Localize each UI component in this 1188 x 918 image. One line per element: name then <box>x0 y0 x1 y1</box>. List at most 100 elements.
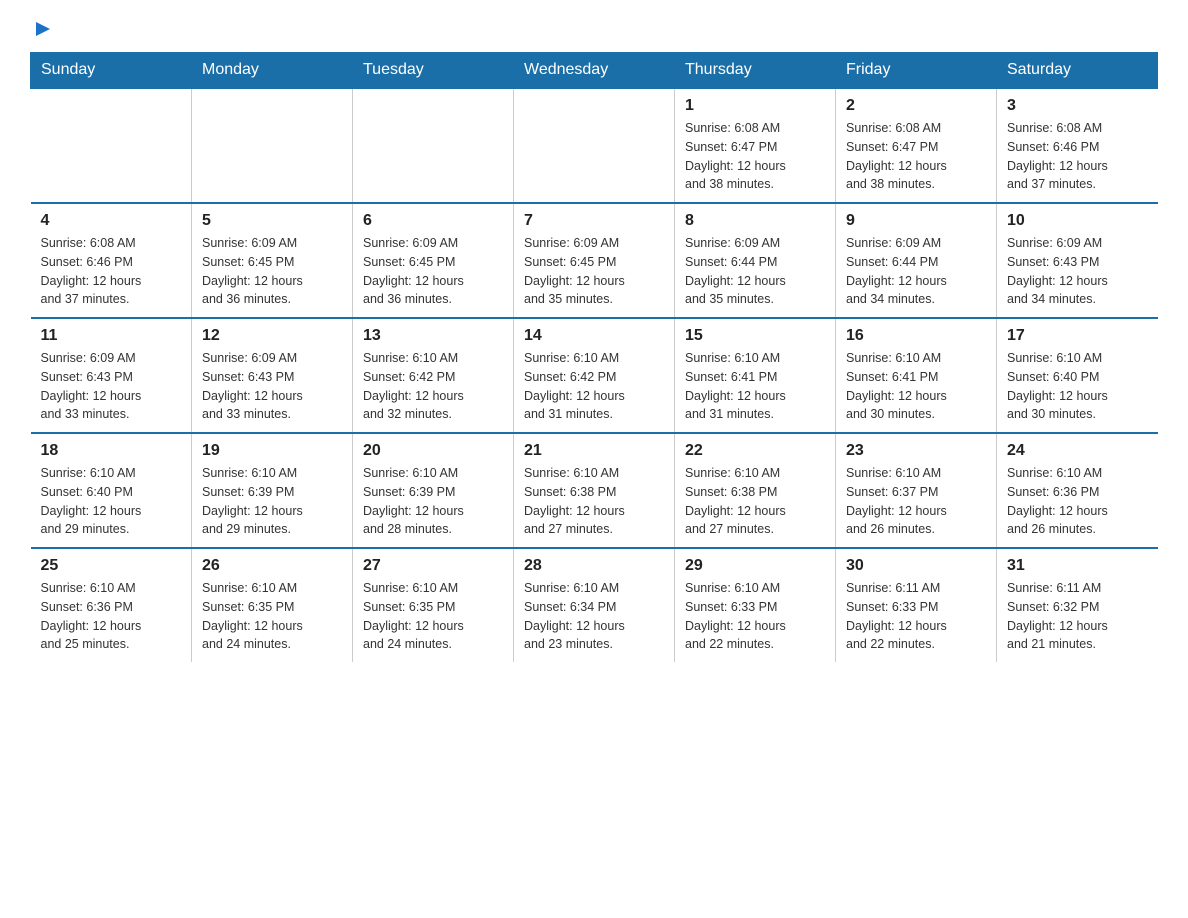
week-row-3: 11 Sunrise: 6:09 AM Sunset: 6:43 PM Dayli… <box>31 318 1158 433</box>
day-cell: 7 Sunrise: 6:09 AM Sunset: 6:45 PM Daylig… <box>514 203 675 318</box>
day-number: 1 <box>685 97 825 115</box>
day-number: 28 <box>524 557 664 575</box>
day-cell: 31 Sunrise: 6:11 AM Sunset: 6:32 PM Dayli… <box>997 548 1158 662</box>
day-cell: 9Sunrise: 6:09 AM Sunset: 6:44 PM Daylig… <box>836 203 997 318</box>
day-info: Sunrise: 6:10 AM Sunset: 6:33 PM Dayligh… <box>685 579 825 654</box>
logo <box>30 20 54 34</box>
day-info: Sunrise: 6:08 AM Sunset: 6:46 PM Dayligh… <box>1007 119 1148 194</box>
day-number: 22 <box>685 442 825 460</box>
day-cell: 25 Sunrise: 6:10 AM Sunset: 6:36 PM Dayli… <box>31 548 192 662</box>
day-info: Sunrise: 6:10 AM Sunset: 6:40 PM Dayligh… <box>1007 349 1148 424</box>
day-number: 27 <box>363 557 503 575</box>
logo-arrow-icon <box>32 18 54 40</box>
day-info: Sunrise: 6:09 AM Sunset: 6:44 PM Dayligh… <box>685 234 825 309</box>
week-row-5: 25 Sunrise: 6:10 AM Sunset: 6:36 PM Dayli… <box>31 548 1158 662</box>
day-info: Sunrise: 6:10 AM Sunset: 6:34 PM Dayligh… <box>524 579 664 654</box>
day-number: 3 <box>1007 97 1148 115</box>
day-cell: 4 Sunrise: 6:08 AM Sunset: 6:46 PM Daylig… <box>31 203 192 318</box>
day-cell: 10Sunrise: 6:09 AM Sunset: 6:43 PM Dayli… <box>997 203 1158 318</box>
weekday-header-monday: Monday <box>192 53 353 89</box>
day-number: 26 <box>202 557 342 575</box>
day-number: 5 <box>202 212 342 230</box>
weekday-header-tuesday: Tuesday <box>353 53 514 89</box>
day-info: Sunrise: 6:09 AM Sunset: 6:44 PM Dayligh… <box>846 234 986 309</box>
day-number: 14 <box>524 327 664 345</box>
day-cell: 8 Sunrise: 6:09 AM Sunset: 6:44 PM Daylig… <box>675 203 836 318</box>
day-cell: 21Sunrise: 6:10 AM Sunset: 6:38 PM Dayli… <box>514 433 675 548</box>
weekday-header-saturday: Saturday <box>997 53 1158 89</box>
day-info: Sunrise: 6:08 AM Sunset: 6:46 PM Dayligh… <box>41 234 182 309</box>
day-number: 25 <box>41 557 182 575</box>
day-info: Sunrise: 6:08 AM Sunset: 6:47 PM Dayligh… <box>846 119 986 194</box>
day-info: Sunrise: 6:11 AM Sunset: 6:32 PM Dayligh… <box>1007 579 1148 654</box>
day-info: Sunrise: 6:10 AM Sunset: 6:38 PM Dayligh… <box>685 464 825 539</box>
day-number: 10 <box>1007 212 1148 230</box>
day-info: Sunrise: 6:10 AM Sunset: 6:35 PM Dayligh… <box>363 579 503 654</box>
day-info: Sunrise: 6:10 AM Sunset: 6:39 PM Dayligh… <box>363 464 503 539</box>
day-info: Sunrise: 6:10 AM Sunset: 6:41 PM Dayligh… <box>846 349 986 424</box>
day-info: Sunrise: 6:10 AM Sunset: 6:36 PM Dayligh… <box>41 579 182 654</box>
weekday-header-wednesday: Wednesday <box>514 53 675 89</box>
day-info: Sunrise: 6:09 AM Sunset: 6:43 PM Dayligh… <box>202 349 342 424</box>
day-number: 11 <box>41 327 182 345</box>
day-info: Sunrise: 6:09 AM Sunset: 6:45 PM Dayligh… <box>524 234 664 309</box>
day-cell: 28 Sunrise: 6:10 AM Sunset: 6:34 PM Dayli… <box>514 548 675 662</box>
day-cell: 24 Sunrise: 6:10 AM Sunset: 6:36 PM Dayli… <box>997 433 1158 548</box>
day-number: 6 <box>363 212 503 230</box>
day-cell: 1 Sunrise: 6:08 AM Sunset: 6:47 PM Daylig… <box>675 88 836 203</box>
day-number: 16 <box>846 327 986 345</box>
day-cell: 22 Sunrise: 6:10 AM Sunset: 6:38 PM Dayli… <box>675 433 836 548</box>
day-number: 15 <box>685 327 825 345</box>
day-cell: 23 Sunrise: 6:10 AM Sunset: 6:37 PM Dayli… <box>836 433 997 548</box>
day-cell: 16 Sunrise: 6:10 AM Sunset: 6:41 PM Dayli… <box>836 318 997 433</box>
day-number: 30 <box>846 557 986 575</box>
weekday-header-row: SundayMondayTuesdayWednesdayThursdayFrid… <box>31 53 1158 89</box>
day-cell: 3 Sunrise: 6:08 AM Sunset: 6:46 PM Daylig… <box>997 88 1158 203</box>
day-number: 23 <box>846 442 986 460</box>
day-info: Sunrise: 6:08 AM Sunset: 6:47 PM Dayligh… <box>685 119 825 194</box>
day-number: 17 <box>1007 327 1148 345</box>
day-info: Sunrise: 6:09 AM Sunset: 6:45 PM Dayligh… <box>202 234 342 309</box>
day-number: 4 <box>41 212 182 230</box>
page-header <box>30 20 1158 34</box>
day-cell: 30Sunrise: 6:11 AM Sunset: 6:33 PM Dayli… <box>836 548 997 662</box>
day-cell: 27 Sunrise: 6:10 AM Sunset: 6:35 PM Dayli… <box>353 548 514 662</box>
day-info: Sunrise: 6:09 AM Sunset: 6:43 PM Dayligh… <box>41 349 182 424</box>
day-cell: 17 Sunrise: 6:10 AM Sunset: 6:40 PM Dayli… <box>997 318 1158 433</box>
day-info: Sunrise: 6:10 AM Sunset: 6:42 PM Dayligh… <box>363 349 503 424</box>
day-number: 29 <box>685 557 825 575</box>
day-number: 2 <box>846 97 986 115</box>
day-cell: 15 Sunrise: 6:10 AM Sunset: 6:41 PM Dayli… <box>675 318 836 433</box>
day-number: 12 <box>202 327 342 345</box>
day-info: Sunrise: 6:10 AM Sunset: 6:35 PM Dayligh… <box>202 579 342 654</box>
week-row-1: 1 Sunrise: 6:08 AM Sunset: 6:47 PM Daylig… <box>31 88 1158 203</box>
day-cell: 18 Sunrise: 6:10 AM Sunset: 6:40 PM Dayli… <box>31 433 192 548</box>
day-info: Sunrise: 6:10 AM Sunset: 6:42 PM Dayligh… <box>524 349 664 424</box>
day-cell: 29 Sunrise: 6:10 AM Sunset: 6:33 PM Dayli… <box>675 548 836 662</box>
day-number: 18 <box>41 442 182 460</box>
week-row-2: 4 Sunrise: 6:08 AM Sunset: 6:46 PM Daylig… <box>31 203 1158 318</box>
day-cell: 26 Sunrise: 6:10 AM Sunset: 6:35 PM Dayli… <box>192 548 353 662</box>
day-info: Sunrise: 6:10 AM Sunset: 6:41 PM Dayligh… <box>685 349 825 424</box>
day-cell: 2 Sunrise: 6:08 AM Sunset: 6:47 PM Daylig… <box>836 88 997 203</box>
day-cell: 13Sunrise: 6:10 AM Sunset: 6:42 PM Dayli… <box>353 318 514 433</box>
day-number: 31 <box>1007 557 1148 575</box>
day-number: 7 <box>524 212 664 230</box>
weekday-header-sunday: Sunday <box>31 53 192 89</box>
day-info: Sunrise: 6:10 AM Sunset: 6:37 PM Dayligh… <box>846 464 986 539</box>
day-info: Sunrise: 6:10 AM Sunset: 6:40 PM Dayligh… <box>41 464 182 539</box>
day-cell <box>353 88 514 203</box>
day-cell: 12 Sunrise: 6:09 AM Sunset: 6:43 PM Dayli… <box>192 318 353 433</box>
calendar-table: SundayMondayTuesdayWednesdayThursdayFrid… <box>30 52 1158 662</box>
day-cell: 19Sunrise: 6:10 AM Sunset: 6:39 PM Dayli… <box>192 433 353 548</box>
day-cell <box>31 88 192 203</box>
day-number: 20 <box>363 442 503 460</box>
day-number: 8 <box>685 212 825 230</box>
weekday-header-friday: Friday <box>836 53 997 89</box>
day-info: Sunrise: 6:09 AM Sunset: 6:45 PM Dayligh… <box>363 234 503 309</box>
day-number: 24 <box>1007 442 1148 460</box>
day-info: Sunrise: 6:10 AM Sunset: 6:36 PM Dayligh… <box>1007 464 1148 539</box>
day-cell <box>192 88 353 203</box>
day-cell <box>514 88 675 203</box>
day-cell: 11 Sunrise: 6:09 AM Sunset: 6:43 PM Dayli… <box>31 318 192 433</box>
